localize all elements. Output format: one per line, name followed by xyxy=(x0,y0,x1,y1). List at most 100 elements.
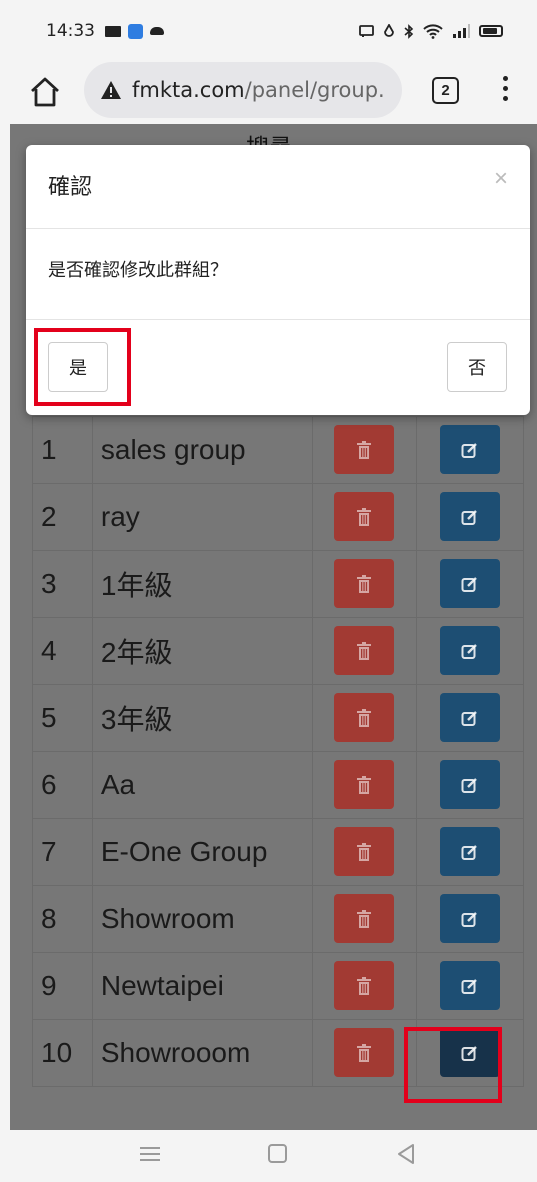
row-number: 4 xyxy=(32,616,93,685)
table-row: 6 Aa xyxy=(32,750,524,819)
delete-cell xyxy=(311,884,418,953)
row-number: 9 xyxy=(32,951,93,1020)
delete-button[interactable] xyxy=(334,760,395,809)
row-number: 8 xyxy=(32,884,93,953)
notification-icons xyxy=(105,23,164,39)
confirm-no-button[interactable]: 否 xyxy=(447,342,507,392)
group-name: 2年級 xyxy=(91,616,313,685)
row-number: 5 xyxy=(32,683,93,752)
nav-home-icon[interactable] xyxy=(268,1144,287,1163)
phone-screen: 14:33 fmkta.com/panel/group. 2 1 sales g… xyxy=(0,0,537,1182)
edit-cell xyxy=(416,884,524,953)
edit-button[interactable] xyxy=(440,559,501,608)
delete-button[interactable] xyxy=(334,425,395,474)
dialog-message: 是否確認修改此群組？ xyxy=(48,260,228,281)
delete-button[interactable] xyxy=(334,492,395,541)
recent-apps-icon[interactable] xyxy=(140,1147,160,1161)
group-name: Showroom xyxy=(91,884,313,953)
delete-cell xyxy=(311,817,418,886)
delete-button[interactable] xyxy=(334,827,395,876)
warning-triangle-icon[interactable] xyxy=(100,80,122,100)
group-name: Showrooom xyxy=(91,1018,313,1087)
row-number: 10 xyxy=(32,1018,93,1087)
status-bar: 14:33 xyxy=(0,0,537,62)
table-row: 5 3年級 xyxy=(32,683,524,752)
status-time: 14:33 xyxy=(46,21,95,41)
table-row: 7 E-One Group xyxy=(32,817,524,886)
mail-icon xyxy=(105,25,121,37)
row-number: 1 xyxy=(32,415,93,484)
delete-cell xyxy=(311,616,418,685)
row-number: 3 xyxy=(32,549,93,618)
close-icon[interactable]: × xyxy=(494,165,508,193)
group-name: E-One Group xyxy=(91,817,313,886)
edit-button[interactable] xyxy=(440,693,501,742)
delete-cell xyxy=(311,415,418,484)
battery-icon xyxy=(479,25,503,37)
group-name: sales group xyxy=(91,415,313,484)
group-name: 1年級 xyxy=(91,549,313,618)
edit-cell xyxy=(416,817,524,886)
table-row: 3 1年級 xyxy=(32,549,524,618)
cloud-icon xyxy=(150,27,164,35)
edit-cell xyxy=(416,750,524,819)
table-row: 9 Newtaipei xyxy=(32,951,524,1020)
edit-button[interactable] xyxy=(440,827,501,876)
edit-button[interactable] xyxy=(440,626,501,675)
edit-cell xyxy=(416,951,524,1020)
delete-button[interactable] xyxy=(334,894,395,943)
url-path: /panel/group. xyxy=(244,78,385,102)
edit-cell xyxy=(416,415,524,484)
edit-button[interactable] xyxy=(440,894,501,943)
system-icons xyxy=(359,23,503,39)
url-host: fmkta.com xyxy=(132,78,245,102)
address-bar[interactable]: fmkta.com/panel/group. xyxy=(84,62,402,118)
delete-cell xyxy=(311,951,418,1020)
delete-cell xyxy=(311,482,418,551)
highlight-box-yes xyxy=(34,328,131,406)
edit-cell xyxy=(416,482,524,551)
row-number: 7 xyxy=(32,817,93,886)
dialog-footer-divider xyxy=(26,319,530,320)
edit-button[interactable] xyxy=(440,961,501,1010)
bluetooth-icon xyxy=(404,23,414,39)
signal-icon xyxy=(453,24,470,38)
row-number: 6 xyxy=(32,750,93,819)
delete-cell xyxy=(311,750,418,819)
more-menu-icon[interactable] xyxy=(498,76,512,106)
edit-cell xyxy=(416,683,524,752)
group-name: ray xyxy=(91,482,313,551)
table-row: 4 2年級 xyxy=(32,616,524,685)
delete-button[interactable] xyxy=(334,559,395,608)
edit-button[interactable] xyxy=(440,492,501,541)
delete-button[interactable] xyxy=(334,693,395,742)
table-row: 8 Showroom xyxy=(32,884,524,953)
group-name: Newtaipei xyxy=(91,951,313,1020)
tab-switcher-button[interactable]: 2 xyxy=(432,77,459,104)
delete-cell xyxy=(311,1018,418,1087)
back-icon[interactable] xyxy=(396,1143,416,1165)
table-row: 1 sales group xyxy=(32,415,524,484)
edit-button[interactable] xyxy=(440,425,501,474)
home-icon[interactable] xyxy=(28,76,62,108)
browser-toolbar: fmkta.com/panel/group. 2 xyxy=(0,62,537,124)
delete-cell xyxy=(311,549,418,618)
dialog-header-divider xyxy=(26,228,530,229)
drop-icon xyxy=(384,23,394,37)
table-row: 2 ray xyxy=(32,482,524,551)
delete-button[interactable] xyxy=(334,626,395,675)
edit-cell xyxy=(416,616,524,685)
row-number: 2 xyxy=(32,482,93,551)
group-name: Aa xyxy=(91,750,313,819)
group-name: 3年級 xyxy=(91,683,313,752)
cast-icon xyxy=(359,24,374,37)
edit-cell xyxy=(416,549,524,618)
app-icon xyxy=(128,23,143,39)
delete-button[interactable] xyxy=(334,961,395,1010)
delete-cell xyxy=(311,683,418,752)
wifi-icon xyxy=(423,23,443,39)
edit-button[interactable] xyxy=(440,760,501,809)
delete-button[interactable] xyxy=(334,1028,395,1077)
highlight-box-edit xyxy=(404,1027,502,1103)
system-nav-bar xyxy=(0,1130,537,1182)
